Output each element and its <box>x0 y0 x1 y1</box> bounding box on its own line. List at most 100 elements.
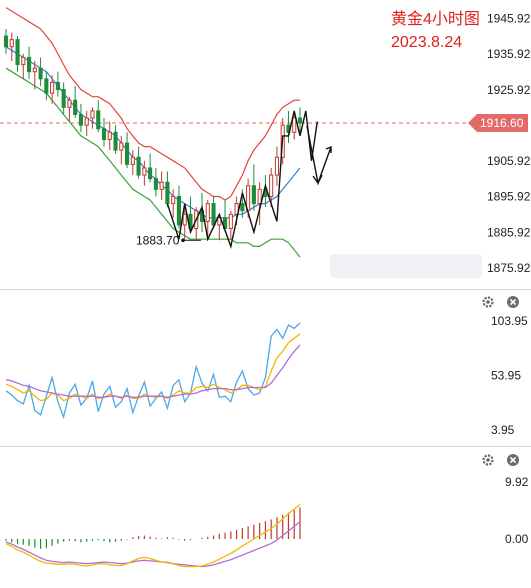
candle-body <box>274 156 279 176</box>
candle-body <box>269 174 274 197</box>
oscillator-line <box>5 344 301 398</box>
candle <box>153 167 158 197</box>
chart-title: 黄金4小时图 <box>391 10 480 28</box>
candle <box>136 146 141 179</box>
candle <box>67 96 72 122</box>
oscillator-close-icon[interactable] <box>507 296 519 308</box>
price-panel: 1945.92 1935.92 1925.92 1905.92 1895.92 1885.… <box>0 7 531 278</box>
candle-body <box>240 203 245 212</box>
candle <box>176 185 181 229</box>
candle-body <box>9 39 14 48</box>
candle-body <box>125 142 130 165</box>
candle-body <box>50 81 55 94</box>
blurred-watermark <box>330 254 482 278</box>
candle-body <box>90 110 95 119</box>
candle-body <box>55 81 60 91</box>
candle <box>251 164 256 211</box>
candle <box>21 53 26 79</box>
candle-body <box>176 195 181 226</box>
candle <box>44 71 49 101</box>
candle-body <box>292 117 297 133</box>
candle <box>15 36 20 72</box>
oscillator-axis-tick: 53.95 <box>491 369 521 383</box>
candle <box>96 100 101 133</box>
candle <box>3 28 9 54</box>
chart-canvas: 1945.92 1935.92 1925.92 1905.92 1895.92 1885.… <box>0 7 531 568</box>
upper-band-line <box>5 7 300 201</box>
candle <box>125 132 130 168</box>
price-axis-tick: 1925.92 <box>487 83 531 97</box>
candle <box>130 150 135 176</box>
lower-band-line <box>5 67 301 258</box>
chart-subtitle: 2023.8.24 <box>391 34 462 51</box>
macd-axis-tick: 0.00 <box>505 532 529 546</box>
candle <box>9 32 14 62</box>
oscillator-line <box>5 322 301 420</box>
price-axis-tick: 1895.92 <box>487 190 531 204</box>
candle-body <box>73 99 78 115</box>
candle <box>55 71 60 97</box>
price-axis-tick: 1885.92 <box>487 225 531 239</box>
candle <box>90 107 95 129</box>
low-annotation: 1883.70 <box>136 233 201 247</box>
candle <box>159 171 164 201</box>
candle-body <box>15 39 20 66</box>
candle-body <box>113 131 118 151</box>
macd-line <box>5 503 301 568</box>
candle-body <box>61 89 66 108</box>
candle-body <box>251 185 256 205</box>
price-axis-tick: 1905.92 <box>487 154 531 168</box>
low-price-label: 1883.70 <box>136 233 180 247</box>
oscillator-axis-tick: 3.95 <box>491 423 515 437</box>
candle-body <box>44 78 49 94</box>
macd-axis-tick: 9.92 <box>505 475 529 489</box>
candle-body <box>101 128 107 140</box>
candle-body <box>67 99 72 108</box>
macd-settings-gear-icon[interactable] <box>482 454 494 466</box>
candle <box>101 118 107 147</box>
candle-body <box>142 167 147 176</box>
candle-body <box>159 181 164 190</box>
candle-body <box>130 156 135 165</box>
candle-body <box>21 56 26 66</box>
oscillator-settings-gear-icon[interactable] <box>482 296 494 308</box>
candle-body <box>38 67 43 80</box>
candle <box>38 57 43 86</box>
candle <box>171 189 176 218</box>
candle-body <box>297 117 303 124</box>
current-price-badge: 1916.60 <box>468 114 528 133</box>
candle-body <box>205 203 210 222</box>
candle-body <box>153 178 158 190</box>
candle <box>148 153 153 183</box>
candle-body <box>211 203 216 226</box>
price-axis-tick: 1945.92 <box>487 12 531 26</box>
candle-body <box>27 56 32 73</box>
candle <box>228 210 233 240</box>
oscillator-line <box>5 333 301 402</box>
candle <box>142 160 147 186</box>
candle <box>84 110 89 136</box>
price-axis-tick: 1875.92 <box>487 261 531 275</box>
candle-body <box>165 181 170 205</box>
candle-body <box>78 113 83 126</box>
candle <box>165 171 170 208</box>
candle-body <box>107 131 112 140</box>
candle-body <box>148 167 153 180</box>
candle <box>113 125 118 154</box>
oscillator-panel: 103.95 53.95 3.95 <box>5 296 528 437</box>
candle-body <box>3 35 9 48</box>
oscillator-axis-tick: 103.95 <box>491 314 528 328</box>
candle-body <box>96 110 101 130</box>
macd-close-icon[interactable] <box>507 454 519 466</box>
candle <box>73 85 78 119</box>
candle <box>274 146 279 186</box>
candle <box>119 135 124 165</box>
candle-body <box>182 213 187 226</box>
candle-body <box>119 142 124 151</box>
candle-body <box>171 195 176 205</box>
candle-body <box>257 188 262 205</box>
candle <box>61 82 66 115</box>
candle-body <box>228 213 233 230</box>
candle <box>27 46 32 79</box>
current-price-value: 1916.60 <box>480 116 524 130</box>
